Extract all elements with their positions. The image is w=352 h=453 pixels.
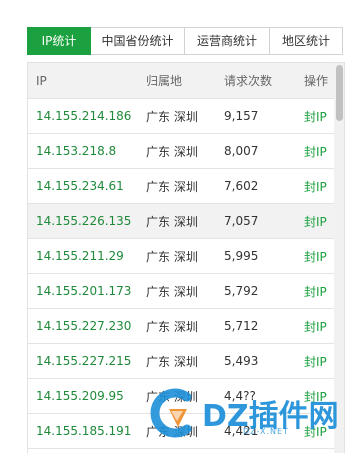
- request-count-cell: 5,995: [224, 249, 259, 263]
- table-row: 14.155.234.61 广东 深圳 7,602 封IP: [28, 169, 344, 204]
- request-count-cell: 4,421: [224, 424, 259, 438]
- ip-cell: 14.155.201.173: [36, 284, 132, 298]
- ip-stats-table: IP 归属地 请求次数 操作 14.155.214.186 广东 深圳 9,157 封…: [27, 62, 345, 453]
- table-row: 14.155.214.186 广东 深圳 9,157 封IP: [28, 99, 344, 134]
- table-scrollbar[interactable]: [334, 63, 344, 453]
- table-row: 14.155.227.230 广东 深圳 5,712 封IP: [28, 309, 344, 344]
- table-row: 14.155.209.95 广东 深圳 4,4?? 封IP: [28, 379, 344, 414]
- ip-cell: 14.155.209.95: [36, 389, 124, 403]
- ip-cell: 14.153.218.8: [36, 144, 117, 158]
- location-cell: 广东 深圳: [146, 354, 198, 369]
- request-count-cell: 5,792: [224, 284, 259, 298]
- tab-province-stats[interactable]: 中国省份统计: [91, 27, 185, 55]
- location-cell: 广东 深圳: [146, 109, 198, 124]
- table-header: IP 归属地 请求次数 操作: [28, 63, 344, 99]
- request-count-cell: 9,157: [224, 109, 259, 123]
- location-cell: 广东 深圳: [146, 424, 198, 439]
- column-header-location: 归属地: [146, 74, 183, 88]
- request-count-cell: 7,057: [224, 214, 259, 228]
- table-row: 14.155.185.191 广东 深圳 4,421 封IP: [28, 414, 344, 449]
- ip-cell: 14.155.211.29: [36, 249, 124, 263]
- tab-region-stats[interactable]: 地区统计: [270, 27, 343, 55]
- ip-cell: 14.155.214.186: [36, 109, 132, 123]
- request-count-cell: 4,4??: [224, 389, 256, 403]
- tab-ip-stats[interactable]: IP统计: [27, 27, 91, 55]
- scrollbar-thumb[interactable]: [336, 65, 343, 121]
- ip-cell: 14.155.227.230: [36, 319, 132, 333]
- stats-tab-bar: IP统计 中国省份统计 运营商统计 地区统计: [27, 27, 343, 55]
- ip-cell: 14.155.227.215: [36, 354, 132, 368]
- request-count-cell: 8,007: [224, 144, 259, 158]
- table-row: 14.155.211.29 广东 深圳 5,995 封IP: [28, 239, 344, 274]
- location-cell: 广东 深圳: [146, 284, 198, 299]
- table-row: 14.155.226.135 广东 深圳 7,057 封IP: [28, 204, 344, 239]
- ip-cell: 14.155.226.135: [36, 214, 132, 228]
- location-cell: 广东 深圳: [146, 179, 198, 194]
- location-cell: 广东 深圳: [146, 389, 198, 404]
- location-cell: 广东 深圳: [146, 214, 198, 229]
- request-count-cell: 5,712: [224, 319, 259, 333]
- location-cell: 广东 深圳: [146, 319, 198, 334]
- location-cell: 广东 深圳: [146, 249, 198, 264]
- request-count-cell: 7,602: [224, 179, 259, 193]
- table-body: 14.155.214.186 广东 深圳 9,157 封IP 14.153.218.8 广…: [28, 99, 344, 449]
- table-row: 14.155.201.173 广东 深圳 5,792 封IP: [28, 274, 344, 309]
- tab-carrier-stats[interactable]: 运营商统计: [185, 27, 270, 55]
- ip-cell: 14.155.234.61: [36, 179, 124, 193]
- location-cell: 广东 深圳: [146, 144, 198, 159]
- request-count-cell: 5,493: [224, 354, 259, 368]
- table-row: 14.153.218.8 广东 深圳 8,007 封IP: [28, 134, 344, 169]
- table-row: 14.155.227.215 广东 深圳 5,493 封IP: [28, 344, 344, 379]
- ip-cell: 14.155.185.191: [36, 424, 132, 438]
- column-header-ip: IP: [36, 73, 47, 88]
- column-header-request-count: 请求次数: [224, 74, 273, 88]
